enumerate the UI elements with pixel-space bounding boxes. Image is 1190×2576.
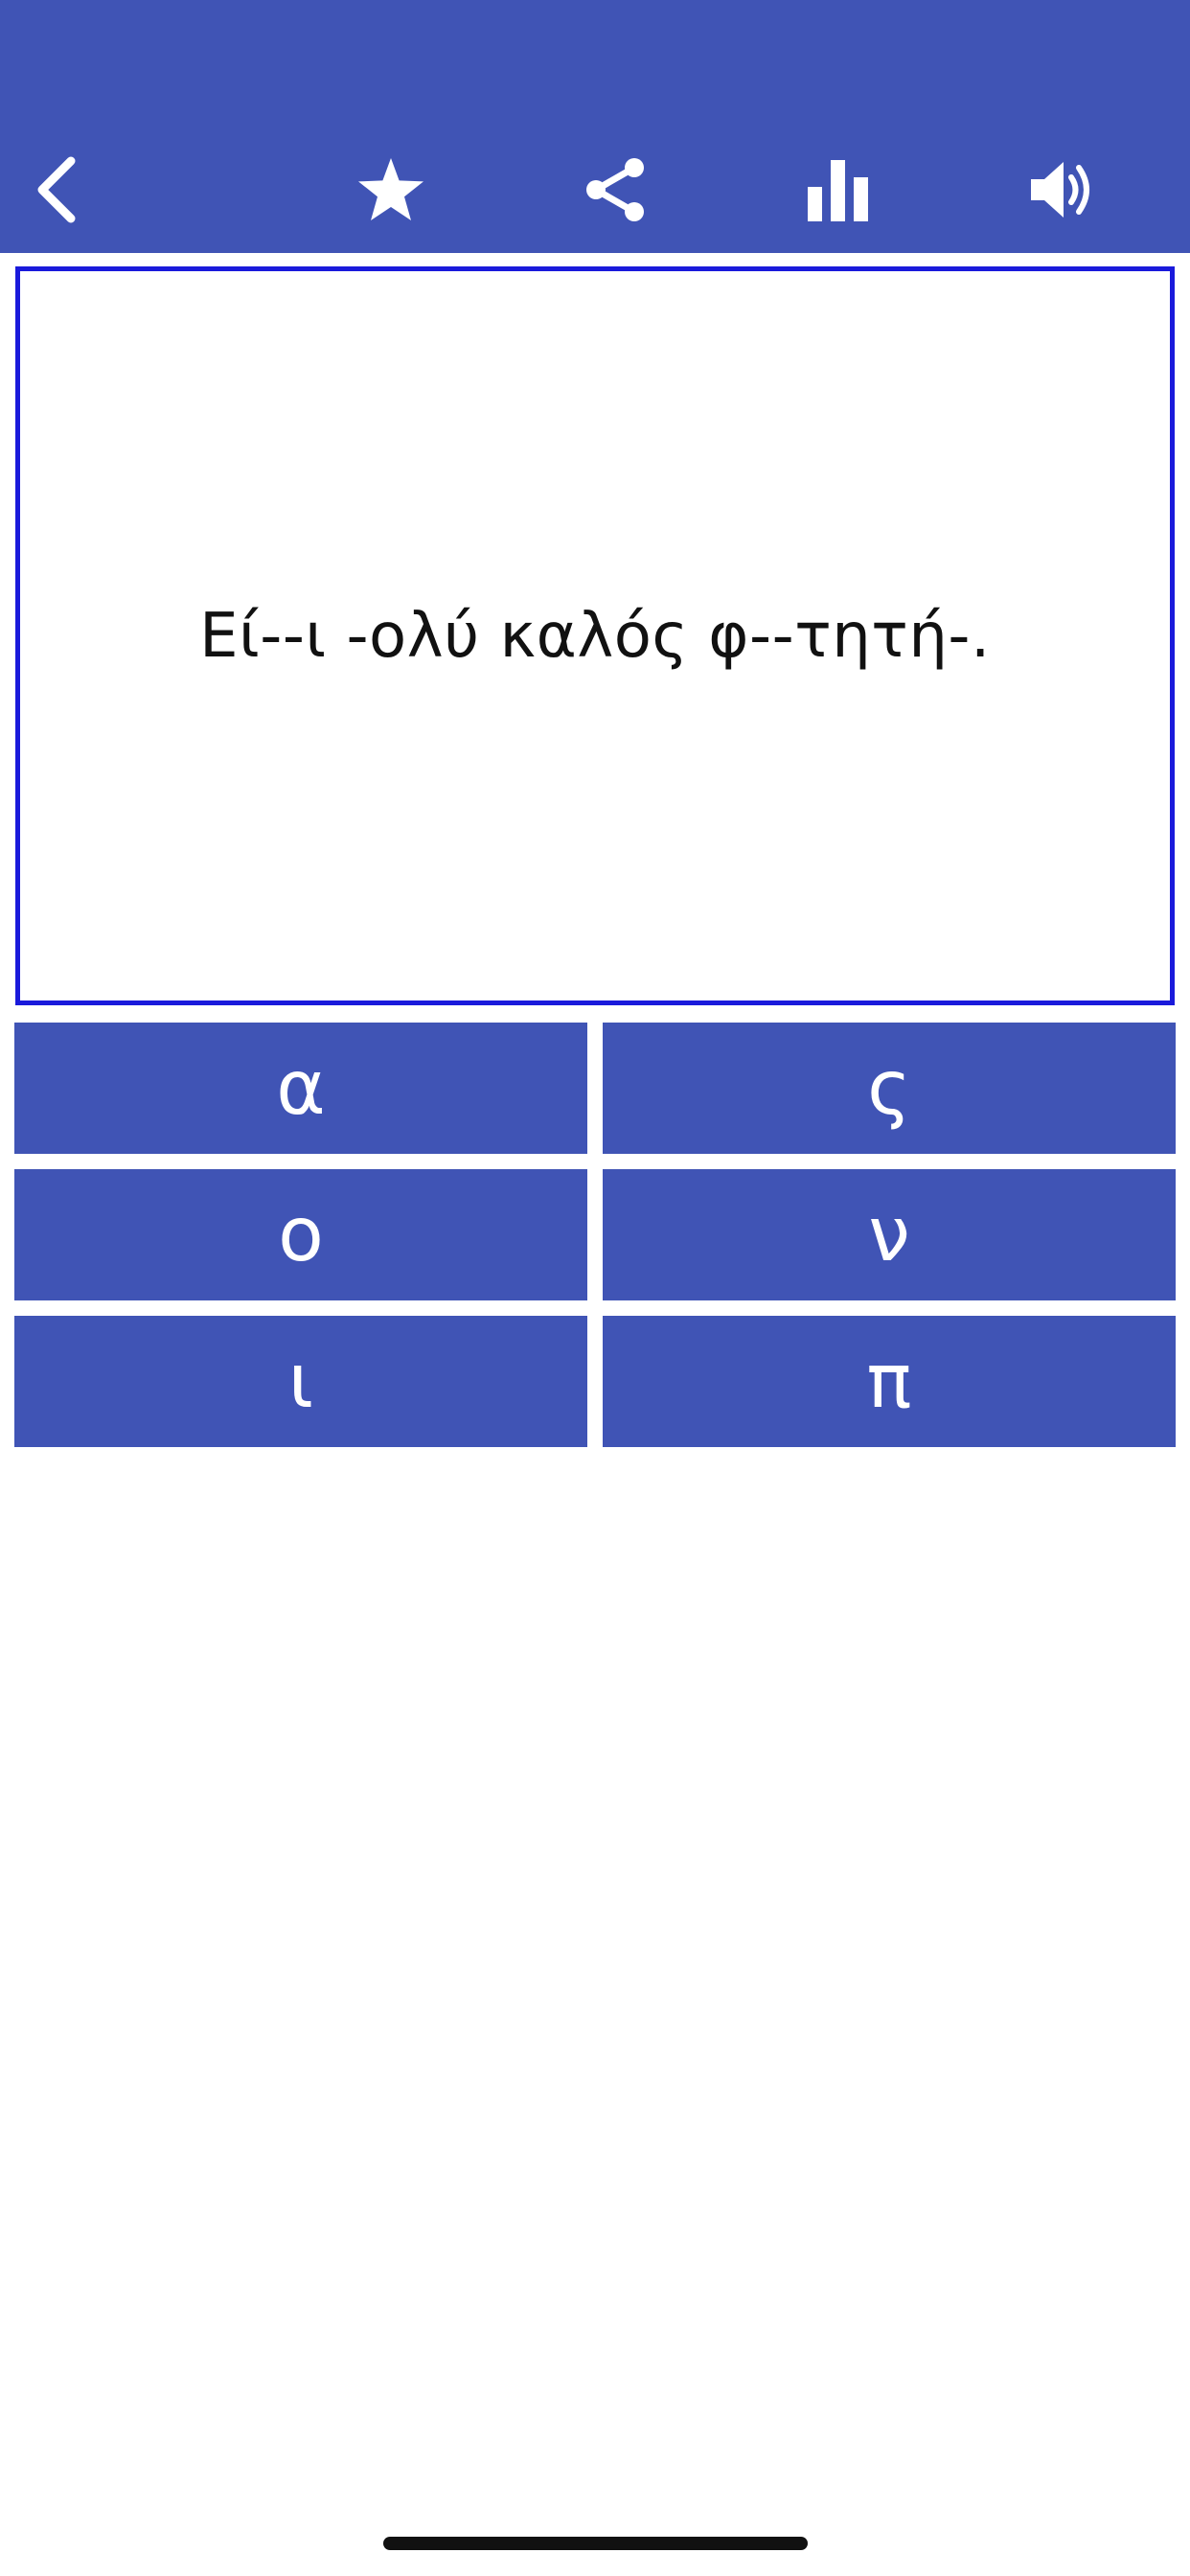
- star-icon: [358, 158, 423, 220]
- chevron-left-icon: [37, 156, 76, 223]
- top-toolbar: [0, 0, 1190, 253]
- answer-grid: α ς ο ν ι π: [14, 1023, 1176, 1447]
- speaker-icon: [1031, 162, 1089, 218]
- answer-button-iota[interactable]: ι: [14, 1316, 587, 1447]
- favorite-button[interactable]: [345, 144, 437, 236]
- answer-button-pi[interactable]: π: [603, 1316, 1176, 1447]
- answer-button-omicron[interactable]: ο: [14, 1169, 587, 1300]
- answer-button-nu[interactable]: ν: [603, 1169, 1176, 1300]
- answer-button-alpha[interactable]: α: [14, 1023, 587, 1154]
- sentence-text: Εί--ι -ολύ καλός φ--τητή-.: [199, 600, 991, 672]
- home-indicator[interactable]: [383, 2537, 808, 2550]
- statistics-button[interactable]: [792, 144, 884, 236]
- answer-button-final-sigma[interactable]: ς: [603, 1023, 1176, 1154]
- app-screen: Εί--ι -ολύ καλός φ--τητή-. α ς ο ν ι π: [0, 0, 1190, 2576]
- share-icon: [586, 158, 644, 221]
- share-button[interactable]: [569, 144, 661, 236]
- sentence-card: Εί--ι -ολύ καλός φ--τητή-.: [15, 266, 1175, 1005]
- bar-chart-icon: [808, 160, 868, 221]
- sound-button[interactable]: [1017, 144, 1109, 236]
- back-button[interactable]: [10, 144, 102, 236]
